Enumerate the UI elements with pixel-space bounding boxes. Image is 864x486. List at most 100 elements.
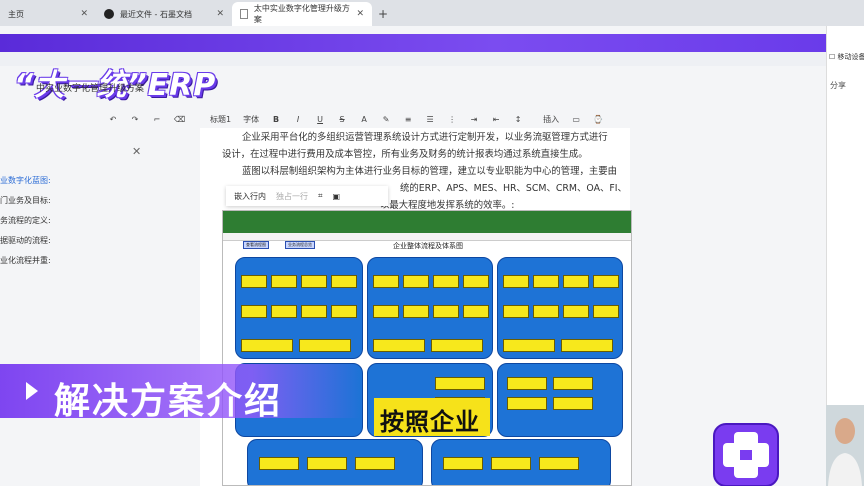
process-card — [299, 339, 351, 352]
outline-item[interactable]: 务流程的定义: — [0, 215, 51, 226]
editor-toolbar: ↶ ↷ ⌐ ⌫ 标题1 字体 B I U S A ✎ ≡ ☰ ⋮ ⇥ ⇤ ↕ 插… — [108, 110, 826, 128]
process-card — [561, 339, 613, 352]
history-icon[interactable]: ⌚ — [593, 115, 603, 124]
indent-icon[interactable]: ⇥ — [469, 115, 479, 124]
format-painter-icon[interactable]: ⌐ — [152, 115, 162, 124]
process-card — [503, 305, 529, 318]
outline-item[interactable]: 据驱动的流程: — [0, 235, 51, 246]
tab-active-document[interactable]: 太中实业数字化管理升级方案 ✕ — [232, 2, 372, 26]
solution-title: 解决方案介绍 — [54, 381, 283, 422]
paragraph-line: 设计，在过程中进行费用及成本管控，所有业务及财务的统计报表均通过系统直接生成。 — [222, 149, 588, 160]
tab-recent-files[interactable]: 最近文件 - 石墨文档 ✕ — [96, 2, 232, 26]
close-icon[interactable]: ✕ — [356, 9, 364, 19]
tab-label: 最近文件 - 石墨文档 — [120, 9, 192, 19]
process-card — [533, 275, 559, 288]
sheet-pill: 业务流程总览 — [285, 241, 315, 249]
process-card — [491, 457, 531, 470]
process-card — [301, 305, 327, 318]
process-card — [553, 377, 593, 390]
process-card — [463, 305, 489, 318]
process-card — [563, 305, 589, 318]
inline-image-option[interactable]: 嵌入行内 — [234, 191, 266, 202]
purple-banner — [0, 34, 826, 52]
image-context-toolbar: 嵌入行内 独占一行 ⌗ ▣ — [226, 186, 388, 206]
document-title: 中实业数字化管理升级方案 — [36, 84, 145, 94]
shimo-logo-icon — [104, 9, 114, 19]
process-card — [435, 377, 485, 390]
process-card — [373, 305, 399, 318]
process-card — [507, 377, 547, 390]
process-card — [307, 457, 347, 470]
exclusive-line-option[interactable]: 独占一行 — [276, 191, 308, 202]
process-card — [431, 339, 483, 352]
share-button[interactable]: 分享 — [830, 80, 846, 91]
numbered-list-icon[interactable]: ⋮ — [447, 115, 457, 124]
close-icon[interactable]: ✕ — [132, 145, 141, 158]
list-icon[interactable]: ☰ — [425, 115, 435, 124]
heading-select[interactable]: 标题1 — [210, 114, 231, 125]
undo-icon[interactable]: ↶ — [108, 115, 118, 124]
process-card — [373, 275, 399, 288]
clear-format-icon[interactable]: ⌫ — [174, 115, 185, 124]
process-card — [539, 457, 579, 470]
presenter-webcam — [826, 405, 864, 486]
play-icon — [26, 382, 38, 400]
paragraph-line: 企业采用平台化的多组织运营管理系统设计方式进行定制开发，以业务流驱管理方式进行 — [242, 132, 608, 143]
mobile-device-button[interactable]: ☐ 移动设备 — [829, 52, 864, 62]
subtitle-caption: 按照企业 — [374, 398, 490, 436]
italic-icon[interactable]: I — [293, 115, 303, 124]
process-card — [241, 275, 267, 288]
process-card — [355, 457, 395, 470]
process-card — [403, 275, 429, 288]
process-card — [331, 305, 357, 318]
process-card — [593, 305, 619, 318]
bold-icon[interactable]: B — [271, 115, 281, 124]
process-card — [301, 275, 327, 288]
tab-label: 主页 — [8, 9, 24, 19]
document-icon — [240, 9, 248, 19]
outdent-icon[interactable]: ⇤ — [491, 115, 501, 124]
comment-icon[interactable]: ▭ — [571, 115, 581, 124]
highlight-icon[interactable]: ✎ — [381, 115, 391, 124]
process-card — [403, 305, 429, 318]
process-card — [533, 305, 559, 318]
process-card — [503, 275, 529, 288]
sheet-title: 企业整体流程及体系图 — [393, 242, 463, 250]
process-card — [553, 397, 593, 410]
crop-icon[interactable]: ⌗ — [318, 191, 323, 201]
subtitle-text: 按照企业 — [380, 408, 480, 436]
insert-menu[interactable]: 插入 — [543, 114, 559, 125]
strikethrough-icon[interactable]: S — [337, 115, 347, 124]
outline-item[interactable]: 门业务及目标: — [0, 195, 51, 206]
image-icon[interactable]: ▣ — [333, 192, 341, 201]
gamepad-icon — [713, 423, 779, 486]
font-color-icon[interactable]: A — [359, 115, 369, 124]
close-icon[interactable]: ✕ — [216, 9, 224, 19]
new-tab-button[interactable]: + — [378, 2, 388, 26]
process-card — [373, 339, 425, 352]
sheet-formula-bar — [223, 233, 631, 241]
font-select[interactable]: 字体 — [243, 114, 259, 125]
sheet-ribbon — [223, 211, 631, 233]
embedded-sheet-image[interactable]: 查看流程图 业务流程总览 企业整体流程及体系图 — [222, 210, 632, 486]
paragraph-line: 蓝图以科层制组织架构为主体进行业务目标的管理，建立以专业职能为中心的管理，主要由 — [242, 166, 618, 177]
redo-icon[interactable]: ↷ — [130, 115, 140, 124]
process-card — [433, 305, 459, 318]
sheet-pill: 查看流程图 — [243, 241, 269, 249]
outline-sidebar: ✕ 业数字化蓝图: 门业务及目标: 务流程的定义: 据驱动的流程: 业化流程并重… — [0, 135, 150, 365]
paragraph-line: 统的ERP、APS、MES、HR、SCM、CRM、OA、FI、 — [400, 183, 627, 194]
tab-label: 太中实业数字化管理升级方案 — [253, 4, 350, 24]
browser-tab-bar: 主页 ✕ 最近文件 - 石墨文档 ✕ 太中实业数字化管理升级方案 ✕ + — [0, 0, 864, 26]
underline-icon[interactable]: U — [315, 115, 325, 124]
outline-item[interactable]: 业数字化蓝图: — [0, 175, 51, 186]
process-card — [241, 339, 293, 352]
process-card — [433, 275, 459, 288]
close-icon[interactable]: ✕ — [80, 9, 88, 19]
outline-item[interactable]: 业化流程并重: — [0, 255, 51, 266]
tab-home[interactable]: 主页 ✕ — [0, 2, 96, 26]
align-icon[interactable]: ≡ — [403, 115, 413, 124]
process-card — [463, 275, 489, 288]
process-card — [507, 397, 547, 410]
line-spacing-icon[interactable]: ↕ — [513, 115, 523, 124]
process-card — [593, 275, 619, 288]
